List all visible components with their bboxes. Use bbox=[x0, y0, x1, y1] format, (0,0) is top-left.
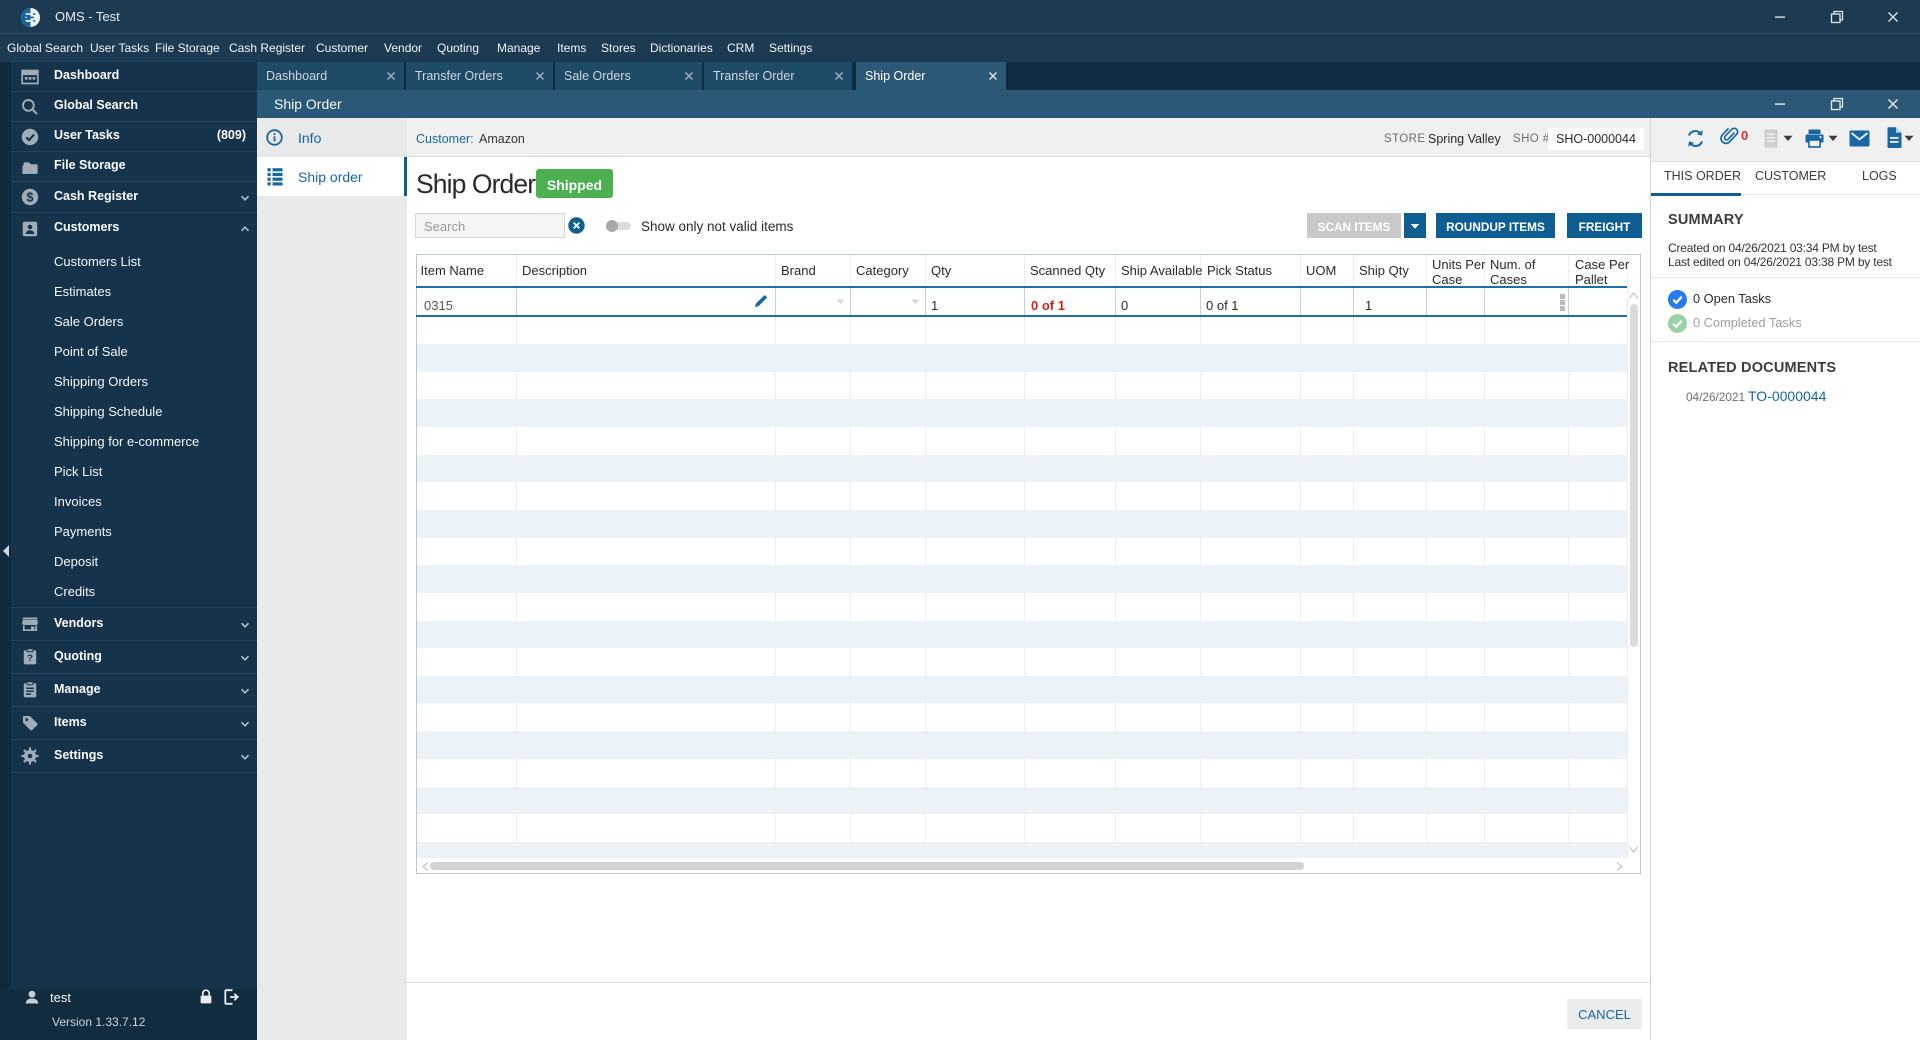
svg-text:?: ? bbox=[27, 653, 33, 664]
svg-text:$: $ bbox=[27, 190, 34, 204]
